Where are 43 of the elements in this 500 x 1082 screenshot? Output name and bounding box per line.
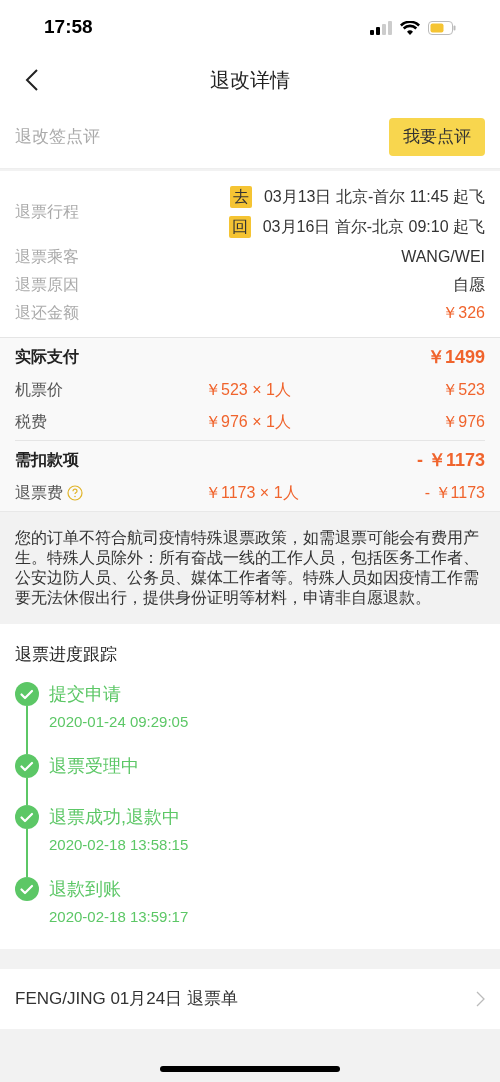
fee-label: 机票价 <box>15 380 63 400</box>
fee-unit-price: ￥523 × 1人 <box>205 380 292 400</box>
payment-group-title: 需扣款项 <box>15 450 79 470</box>
wifi-icon <box>400 20 420 35</box>
fee-unit-price: ￥976 × 1人 <box>205 412 292 432</box>
trip-text: 03月13日 北京-首尔 11:45 起飞 <box>263 187 485 207</box>
chevron-right-icon <box>476 990 485 1007</box>
info-label: 退票行程 <box>15 202 79 222</box>
info-value: ￥326 <box>442 303 485 323</box>
info-value: 自愿 <box>453 275 485 295</box>
trip-text: 03月16日 首尔-北京 09:10 起飞 <box>262 217 485 237</box>
fee-label: 税费 <box>15 412 47 432</box>
review-button[interactable]: 我要点评 <box>389 117 485 156</box>
info-label: 退票乘客 <box>15 247 79 267</box>
signal-icon <box>370 20 392 35</box>
payment-group-title: 实际支付 <box>15 347 79 367</box>
page-title: 退改详情 <box>210 68 290 93</box>
trip-tag: 去 <box>229 186 252 208</box>
back-icon <box>25 68 39 92</box>
payment-group-total: - ￥1173 <box>416 448 485 472</box>
info-label: 退票原因 <box>15 275 79 295</box>
step-title: 退款到账 <box>49 877 122 901</box>
fee-unit-price: ￥1173 × 1人 <box>205 483 300 503</box>
trip-tag: 回 <box>228 216 251 238</box>
battery-icon <box>428 20 456 35</box>
info-value: WANG/WEI <box>401 247 485 267</box>
notice-text: 您的订单不符合航司疫情特殊退票政策，如需退票可能会有费用产生。特殊人员除外：所有奋战一线的工作人员，包括医务工作者、公安边防人员、公务员、媒体工作者等。特殊人员如因疫情工作需要无法休假出行，提供身份证明等材料，申请非自愿退款。 <box>15 528 480 608</box>
status-time: 17:58 <box>44 15 93 40</box>
progress-title: 退票进度跟踪 <box>15 644 118 666</box>
fee-amount: ￥523 <box>442 380 485 400</box>
refund-order-link[interactable]: FENG/JING 01月24日 退票单 <box>0 968 500 1029</box>
step-title: 提交申请 <box>49 682 122 706</box>
payment-group-total: ￥1499 <box>426 345 485 369</box>
step-time: 2020-01-24 09:29:05 <box>49 711 189 732</box>
review-label: 退改签点评 <box>15 125 100 148</box>
step-title: 退票成功,退款中 <box>49 805 181 829</box>
info-label: 退还金额 <box>15 303 79 323</box>
fee-amount: - ￥1173 <box>424 483 485 503</box>
step-time: 2020-02-18 13:58:15 <box>49 834 189 855</box>
step-title: 退票受理中 <box>49 754 139 778</box>
fee-amount: ￥976 <box>442 412 485 432</box>
step-time: 2020-02-18 13:59:17 <box>49 906 189 927</box>
fee-label: 退票费 <box>15 483 63 503</box>
